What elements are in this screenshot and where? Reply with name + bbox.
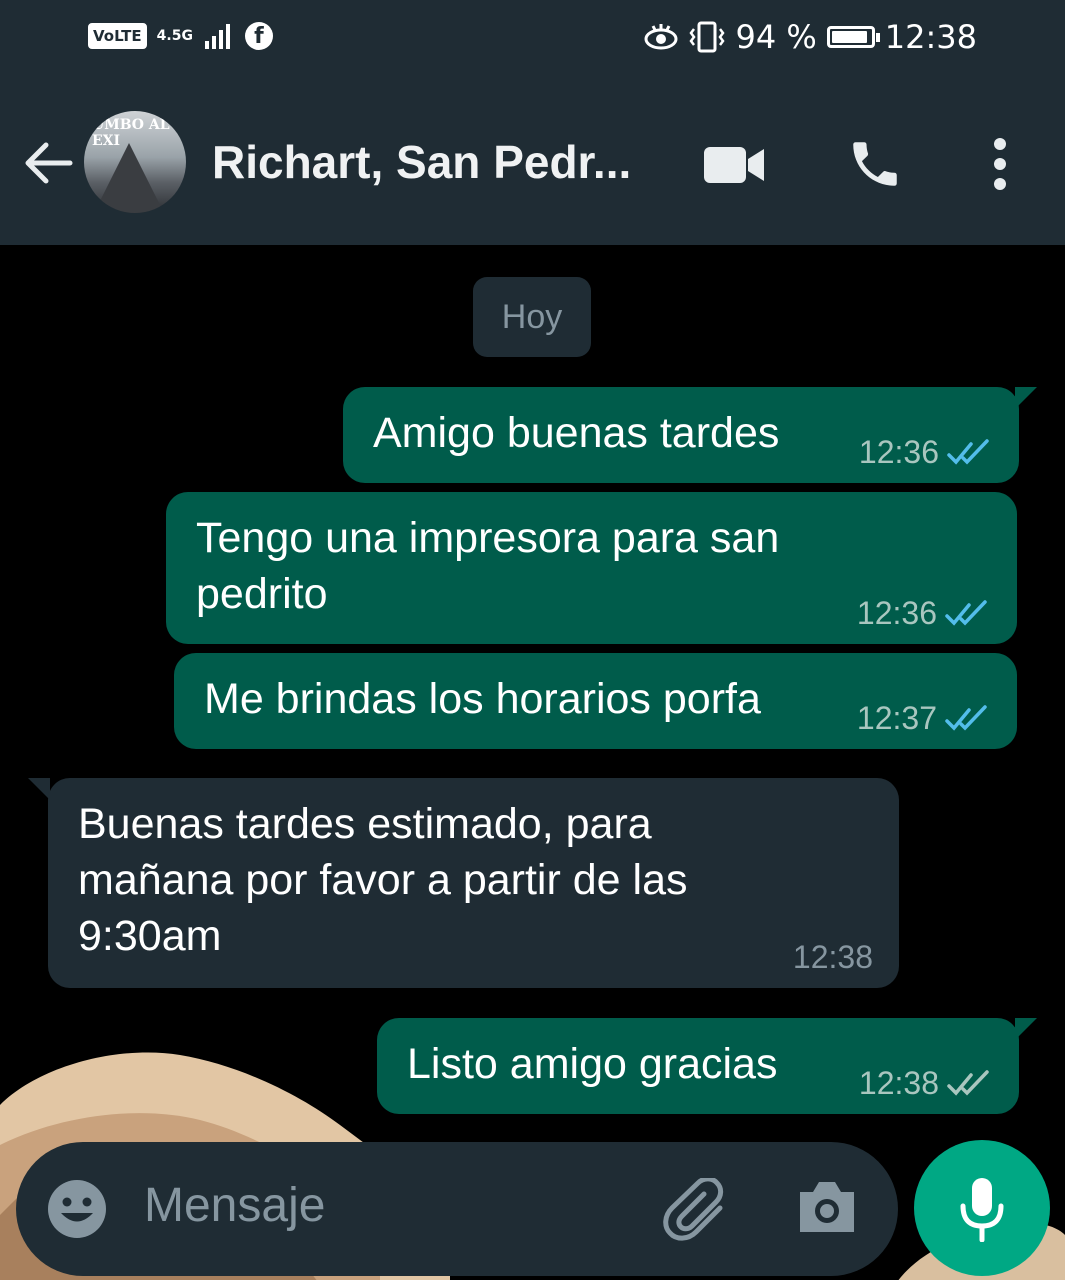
read-ticks-icon bbox=[947, 438, 989, 465]
message-outgoing[interactable]: Amigo buenas tardes 12:36 bbox=[343, 387, 1037, 483]
vibrate-icon bbox=[689, 21, 726, 53]
battery-percent: 94 % bbox=[735, 18, 817, 56]
message-text: Tengo una impresora para san pedrito bbox=[196, 514, 780, 618]
message-outgoing[interactable]: Tengo una impresora para san pedrito 12:… bbox=[166, 492, 1017, 644]
microphone-icon bbox=[960, 1178, 1004, 1242]
message-meta: 12:38 bbox=[793, 939, 873, 976]
more-options-icon[interactable] bbox=[986, 137, 1014, 191]
avatar[interactable]: UMBO AL EXI bbox=[84, 111, 186, 213]
video-call-icon[interactable] bbox=[702, 143, 766, 187]
bubble-tail bbox=[1015, 1018, 1037, 1040]
message-time: 12:38 bbox=[792, 939, 873, 975]
battery-level-fill bbox=[831, 31, 868, 43]
message-time: 12:37 bbox=[856, 700, 937, 736]
emoji-icon[interactable] bbox=[46, 1178, 108, 1240]
message-outgoing[interactable]: Me brindas los horarios porfa 12:37 bbox=[174, 653, 1017, 749]
camera-icon[interactable] bbox=[796, 1178, 858, 1236]
chat-header: UMBO AL EXI Richart, San Pedr... bbox=[0, 85, 1065, 245]
attach-icon[interactable] bbox=[662, 1178, 730, 1242]
message-meta: 12:38 bbox=[859, 1065, 993, 1102]
facebook-icon: f bbox=[244, 22, 273, 50]
avatar-road-image bbox=[94, 143, 164, 213]
message-incoming[interactable]: Buenas tardes estimado, para mañana por … bbox=[28, 778, 899, 988]
bubble-tail bbox=[1015, 387, 1037, 409]
message-text: Buenas tardes estimado, para mañana por … bbox=[78, 800, 688, 960]
message-time: 12:38 bbox=[858, 1065, 939, 1101]
message-meta: 12:36 bbox=[859, 434, 993, 471]
chat-area[interactable]: Hoy Amigo buenas tardes 12:36 Tengo una … bbox=[0, 245, 1065, 1280]
voice-call-icon[interactable] bbox=[846, 135, 904, 193]
message-time: 12:36 bbox=[856, 595, 937, 631]
message-text: Me brindas los horarios porfa bbox=[204, 675, 761, 723]
message-outgoing[interactable]: Listo amigo gracias 12:38 bbox=[377, 1018, 1037, 1114]
volte-indicator: VoLTE bbox=[88, 23, 147, 49]
eye-comfort-icon bbox=[644, 24, 678, 50]
contact-name[interactable]: Richart, San Pedr... bbox=[212, 135, 631, 189]
network-type: 4.5G bbox=[156, 28, 193, 44]
delivered-ticks-icon bbox=[947, 1069, 989, 1096]
message-meta: 12:37 bbox=[857, 700, 991, 737]
battery-icon bbox=[826, 26, 880, 48]
message-text: Listo amigo gracias bbox=[407, 1040, 778, 1088]
message-meta: 12:36 bbox=[857, 595, 991, 632]
read-ticks-icon bbox=[945, 599, 987, 626]
message-input[interactable]: Mensaje bbox=[144, 1178, 325, 1233]
status-time: 12:38 bbox=[884, 18, 977, 56]
message-time: 12:36 bbox=[858, 434, 939, 470]
status-bar: VoLTE 4.5G f 94 % 12:38 bbox=[0, 0, 1065, 85]
voice-message-button[interactable] bbox=[914, 1140, 1050, 1276]
bubble-tail bbox=[28, 778, 50, 800]
read-ticks-icon bbox=[945, 704, 987, 731]
message-text: Amigo buenas tardes bbox=[373, 409, 780, 457]
date-separator: Hoy bbox=[473, 277, 591, 357]
message-composer[interactable]: Mensaje bbox=[16, 1142, 898, 1276]
signal-icon bbox=[204, 24, 230, 49]
back-arrow-icon[interactable] bbox=[20, 135, 76, 191]
